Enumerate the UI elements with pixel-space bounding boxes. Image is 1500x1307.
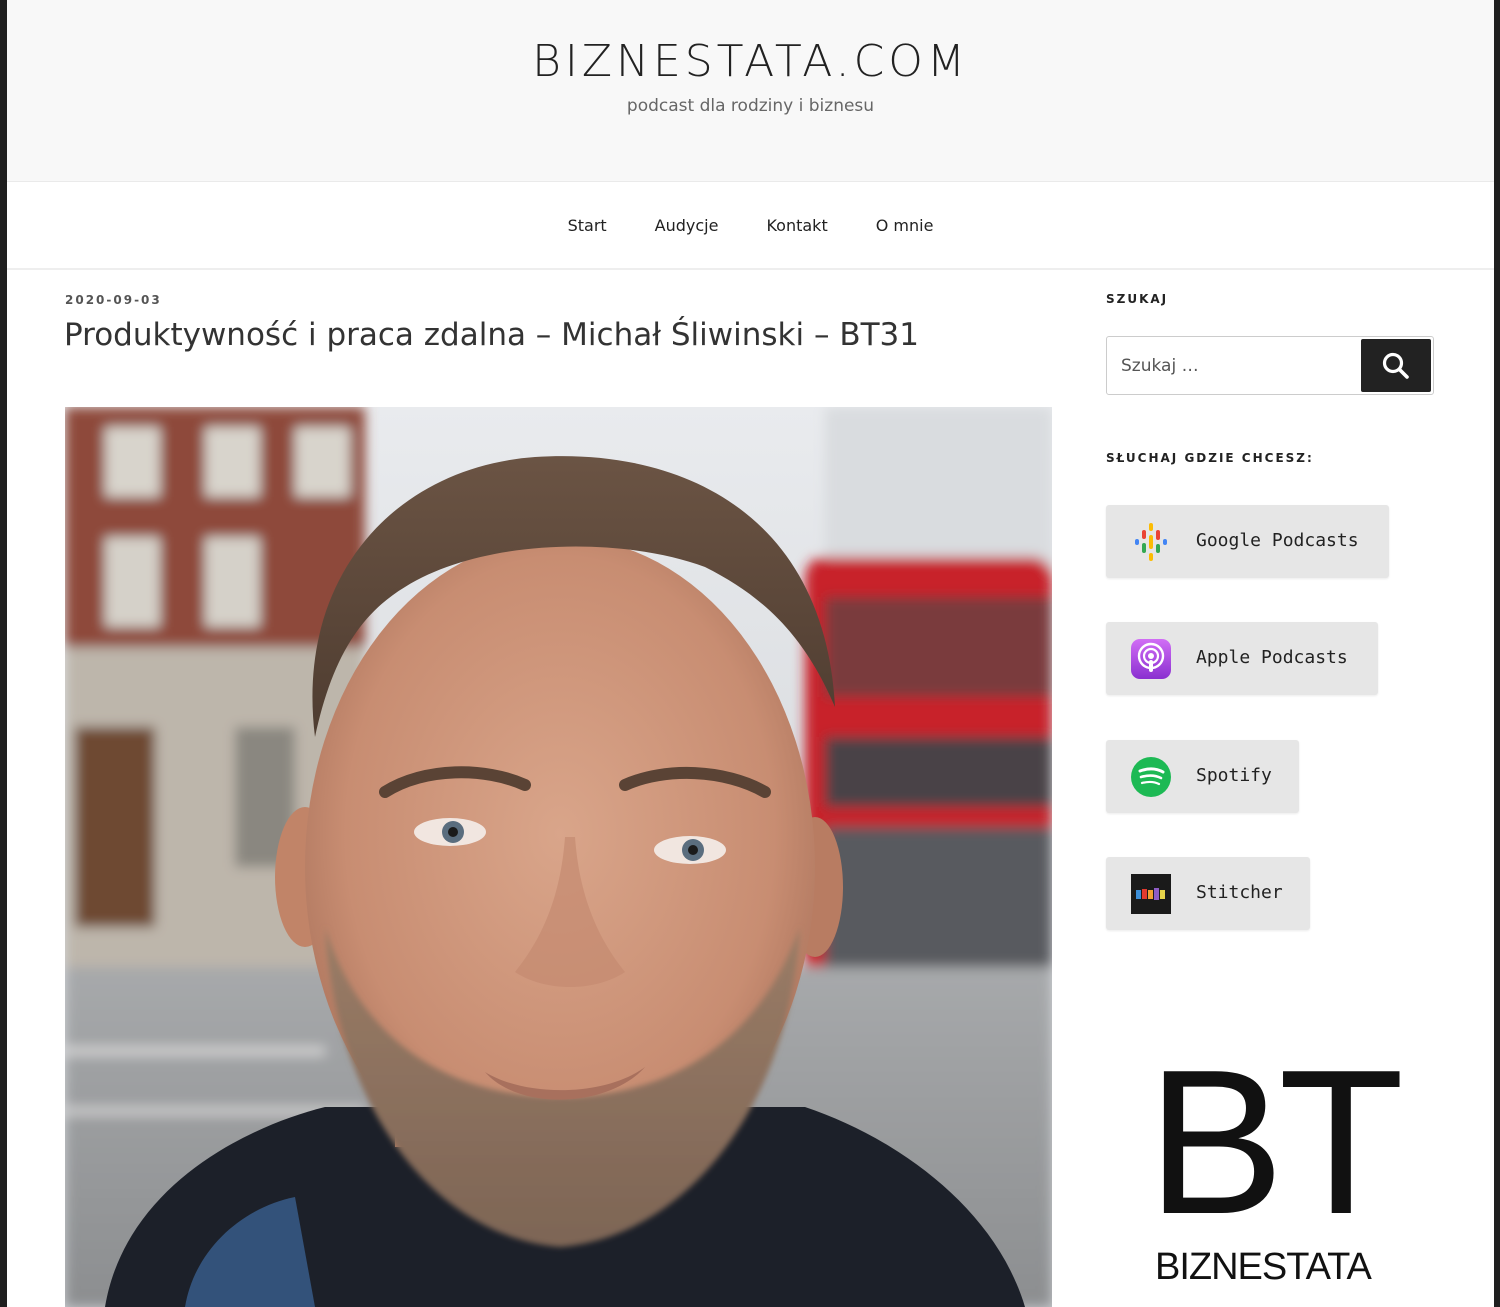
- spotify-button[interactable]: Spotify: [1106, 740, 1299, 813]
- nav-list: Start Audycje Kontakt O mnie: [7, 182, 1494, 268]
- apple-podcasts-button[interactable]: Apple Podcasts: [1106, 622, 1378, 695]
- stitcher-icon: [1130, 873, 1172, 915]
- spotify-label: Spotify: [1196, 765, 1272, 786]
- apple-podcasts-label: Apple Podcasts: [1196, 647, 1348, 668]
- search-form: [1106, 336, 1434, 395]
- search-button[interactable]: [1361, 339, 1431, 392]
- page: BIZNESTATA.COM podcast dla rodziny i biz…: [7, 0, 1494, 1307]
- site-description: podcast dla rodziny i biznesu: [626, 96, 875, 116]
- window-frame-right: [1494, 0, 1500, 1307]
- logo-letters: BT: [1147, 1027, 1404, 1257]
- stitcher-button[interactable]: Stitcher: [1106, 857, 1310, 930]
- post-date[interactable]: 2020-09-03: [65, 292, 162, 308]
- logo-word: BIZNESTATA: [1155, 1246, 1372, 1288]
- search-input[interactable]: [1107, 337, 1359, 394]
- main-navigation: Start Audycje Kontakt O mnie: [7, 182, 1494, 270]
- apple-podcasts-icon: [1130, 638, 1172, 680]
- post-title: Produktywność i praca zdalna – Michał Śl…: [64, 317, 919, 353]
- featured-image: [65, 407, 1052, 1307]
- nav-item-o-mnie[interactable]: O mnie: [876, 214, 934, 236]
- search-widget-title: SZUKAJ: [1106, 292, 1169, 306]
- listen-widget-title: SŁUCHAJ GDZIE CHCESZ:: [1106, 451, 1314, 465]
- google-podcasts-button[interactable]: Google Podcasts: [1106, 505, 1389, 578]
- site-header: BIZNESTATA.COM podcast dla rodziny i biz…: [7, 0, 1494, 182]
- stitcher-label: Stitcher: [1196, 882, 1283, 903]
- search-icon: [1382, 352, 1409, 379]
- window-frame-left: [0, 0, 7, 1307]
- portrait-photo: [65, 407, 1052, 1307]
- nav-item-kontakt[interactable]: Kontakt: [766, 214, 827, 236]
- google-podcasts-label: Google Podcasts: [1196, 530, 1359, 551]
- spotify-icon: [1130, 756, 1172, 798]
- bt-logo[interactable]: BT BIZNESTATA: [1147, 1039, 1404, 1307]
- nav-item-audycje[interactable]: Audycje: [655, 214, 719, 236]
- google-podcasts-icon: [1130, 521, 1172, 563]
- site-title[interactable]: BIZNESTATA.COM: [7, 36, 1494, 88]
- nav-item-start[interactable]: Start: [568, 214, 607, 236]
